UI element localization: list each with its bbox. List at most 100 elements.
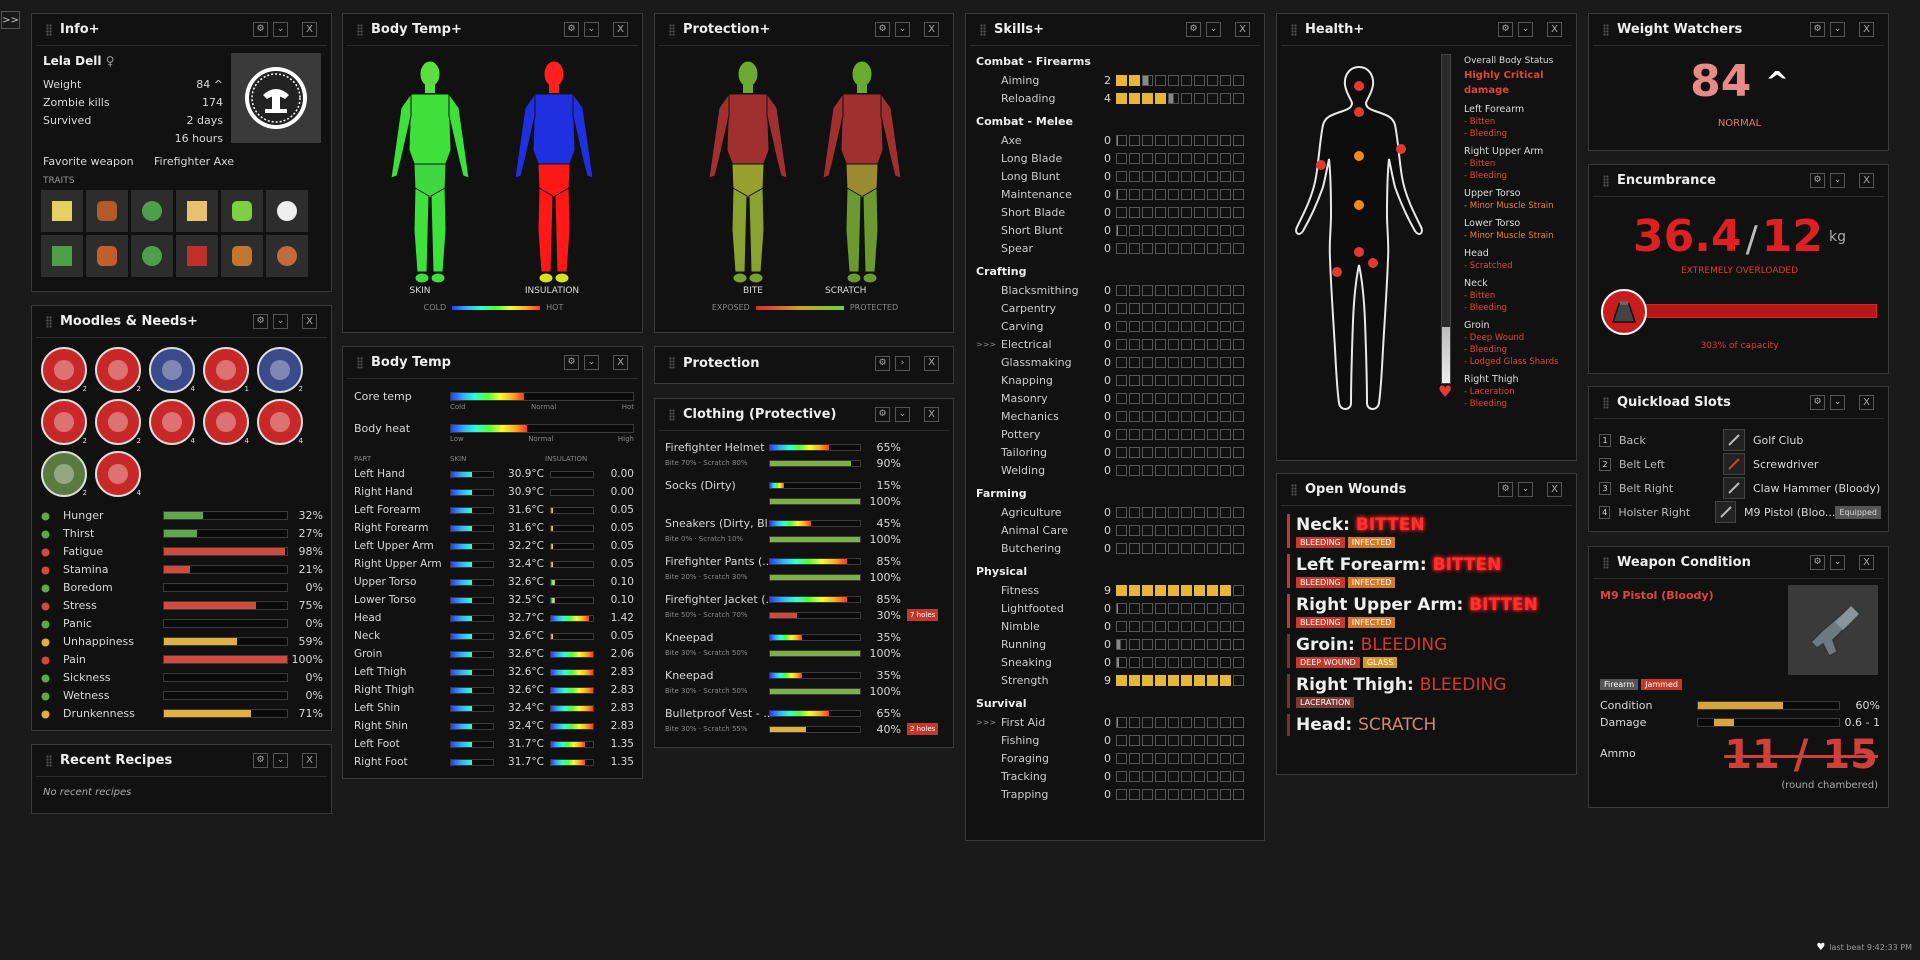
skill-row[interactable]: Maintenance 0 [976, 185, 1260, 203]
skill-row[interactable]: Glassmaking 0 [976, 353, 1260, 371]
drunk-face-icon[interactable]: 4 [95, 451, 141, 497]
close-icon[interactable]: X [1547, 482, 1562, 497]
gear-icon[interactable]: ⚙ [1186, 22, 1201, 37]
quickload-slot[interactable]: 3 Belt Right Claw Hammer (Bloody) [1599, 476, 1881, 500]
gear-icon[interactable]: ⚙ [1810, 173, 1825, 188]
chevron-down-icon[interactable]: ⌄ [1518, 482, 1533, 497]
sidebar-toggle-button[interactable]: >> [1, 11, 20, 29]
skill-row[interactable]: Masonry 0 [976, 389, 1260, 407]
skill-row[interactable]: Running 0 [976, 635, 1260, 653]
skill-row[interactable]: Pottery 0 [976, 425, 1260, 443]
skill-row[interactable]: Carving 0 [976, 317, 1260, 335]
chevron-down-icon[interactable]: ⌄ [895, 22, 910, 37]
skill-row[interactable]: Fitness 9 [976, 581, 1260, 599]
quickload-slot[interactable]: 2 Belt Left Screwdriver [1599, 452, 1881, 476]
skill-row[interactable]: Lightfooted 0 [976, 599, 1260, 617]
close-icon[interactable]: X [1859, 555, 1874, 570]
sick-face-icon[interactable]: 2 [41, 451, 87, 497]
injury-entry[interactable]: Lower Torso - Minor Muscle Strain [1464, 217, 1574, 242]
gear-icon[interactable]: ⚙ [875, 355, 890, 371]
drag-handle[interactable] [669, 408, 675, 421]
skill-row[interactable]: Welding 0 [976, 461, 1260, 479]
chevron-down-icon[interactable]: ⌄ [1830, 173, 1845, 188]
injury-entry[interactable]: Left Forearm - Bitten - Bleeding [1464, 103, 1574, 140]
skill-row[interactable]: Fishing 0 [976, 731, 1260, 749]
drag-handle[interactable] [46, 23, 52, 36]
close-icon[interactable]: X [302, 314, 317, 329]
close-icon[interactable]: X [613, 22, 628, 37]
skill-row[interactable]: Mechanics 0 [976, 407, 1260, 425]
gear-icon[interactable]: ⚙ [564, 355, 579, 370]
skill-row[interactable]: >>> Electrical 0 [976, 335, 1260, 353]
clothing-item[interactable]: Sneakers (Dirty, Bl... 45% Bite 0% · Scra… [665, 515, 947, 553]
gear-icon[interactable]: ⚙ [253, 22, 268, 37]
injury-entry[interactable]: Neck - Bitten - Bleeding [1464, 277, 1574, 314]
injury-entry[interactable]: Right Thigh - Laceration - Bleeding [1464, 373, 1574, 410]
drag-handle[interactable] [46, 315, 52, 328]
skill-row[interactable]: Aiming 2 [976, 71, 1260, 89]
chevron-down-icon[interactable]: ⌄ [895, 407, 910, 422]
quickload-slot[interactable]: 4 Holster Right M9 Pistol (Bloo... Equipped [1599, 500, 1881, 524]
gear-icon[interactable]: ⚙ [1498, 482, 1513, 497]
clothing-item[interactable]: Bulletproof Vest - ... 65% Bite 30% · Scr… [665, 705, 947, 743]
gear-icon[interactable]: ⚙ [253, 314, 268, 329]
close-icon[interactable]: X [924, 407, 939, 422]
skill-row[interactable]: Spear 0 [976, 239, 1260, 257]
skill-row[interactable]: Axe 0 [976, 131, 1260, 149]
skill-row[interactable]: Carpentry 0 [976, 299, 1260, 317]
drag-handle[interactable] [669, 357, 675, 369]
wound-entry[interactable]: Right Thigh: BLEEDING LACERATION [1287, 674, 1572, 708]
gear-icon[interactable]: ⚙ [1498, 22, 1513, 37]
wound-entry[interactable]: Neck: BITTEN BLEEDING INFECTED [1287, 514, 1572, 548]
skill-row[interactable]: Knapping 0 [976, 371, 1260, 389]
chevron-down-icon[interactable]: ⌄ [584, 22, 599, 37]
close-icon[interactable]: X [1859, 22, 1874, 37]
clothing-item[interactable]: Firefighter Jacket (... 85% Bite 50% · Sc… [665, 591, 947, 629]
drag-handle[interactable] [669, 23, 675, 36]
close-icon[interactable]: X [1235, 22, 1250, 37]
skill-row[interactable]: Tracking 0 [976, 767, 1260, 785]
skill-row[interactable]: Sneaking 0 [976, 653, 1260, 671]
close-icon[interactable]: X [924, 355, 939, 371]
chevron-down-icon[interactable]: ⌄ [273, 22, 288, 37]
drag-handle[interactable] [1291, 483, 1297, 496]
chevron-down-icon[interactable]: ⌄ [1206, 22, 1221, 37]
stressed-face-icon[interactable]: 2 [95, 399, 141, 445]
close-icon[interactable]: X [924, 22, 939, 37]
drag-handle[interactable] [1603, 556, 1609, 569]
wound-entry[interactable]: Left Forearm: BITTEN BLEEDING INFECTED [1287, 554, 1572, 588]
gear-icon[interactable]: ⚙ [875, 407, 890, 422]
drag-handle[interactable] [357, 23, 363, 36]
close-icon[interactable]: X [302, 22, 317, 37]
skill-row[interactable]: Agriculture 0 [976, 503, 1260, 521]
chevron-down-icon[interactable]: ⌄ [273, 314, 288, 329]
drag-handle[interactable] [357, 356, 363, 369]
gear-icon[interactable]: ⚙ [1810, 555, 1825, 570]
skill-row[interactable]: Short Blade 0 [976, 203, 1260, 221]
chevron-right-icon[interactable]: › [895, 355, 910, 371]
chevron-down-icon[interactable]: ⌄ [273, 753, 288, 768]
gear-icon[interactable]: ⚙ [875, 22, 890, 37]
close-icon[interactable]: X [1859, 395, 1874, 410]
drag-handle[interactable] [1603, 174, 1609, 187]
skill-row[interactable]: Short Blunt 0 [976, 221, 1260, 239]
clothing-item[interactable]: Socks (Dirty) 15% 100% [665, 477, 947, 515]
drag-handle[interactable] [980, 23, 986, 36]
skill-row[interactable]: Reloading 4 [976, 89, 1260, 107]
skill-row[interactable]: Foraging 0 [976, 749, 1260, 767]
clothing-item[interactable]: Firefighter Pants (... 85% Bite 20% · Scr… [665, 553, 947, 591]
sad-face-icon[interactable]: 4 [149, 347, 195, 393]
skill-row[interactable]: >>> First Aid 0 [976, 713, 1260, 731]
injury-entry[interactable]: Groin - Deep Wound - Bleeding - Lodged Glas… [1464, 319, 1574, 368]
skill-row[interactable]: Long Blunt 0 [976, 167, 1260, 185]
lungs-icon[interactable]: 1 [203, 347, 249, 393]
cup-icon[interactable]: 2 [95, 347, 141, 393]
wound-entry[interactable]: Head: SCRATCH [1287, 714, 1572, 736]
wound-icon[interactable]: 4 [203, 399, 249, 445]
drag-handle[interactable] [1603, 396, 1609, 409]
utensils-icon[interactable]: 2 [41, 347, 87, 393]
clothing-item[interactable]: Kneepad 35% Bite 30% · Scratch 50% 100% [665, 667, 947, 705]
clothing-item[interactable]: Firefighter Helmet ... 65% Bite 70% · Scr… [665, 439, 947, 477]
gear-icon[interactable]: ⚙ [564, 22, 579, 37]
injury-entry[interactable]: Upper Torso - Minor Muscle Strain [1464, 187, 1574, 212]
